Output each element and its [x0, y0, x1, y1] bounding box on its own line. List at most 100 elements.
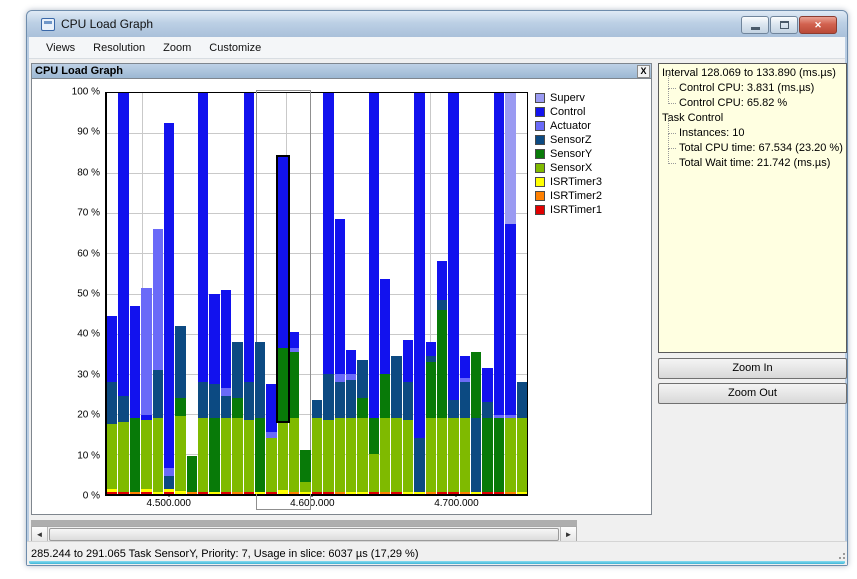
- bar-5[interactable]: [164, 93, 174, 494]
- bar-34[interactable]: [494, 93, 504, 494]
- bar-18[interactable]: [312, 93, 322, 494]
- bar-27[interactable]: [414, 93, 424, 494]
- menu-bar: ViewsResolutionZoomCustomize: [29, 37, 845, 59]
- segment-Control: [130, 306, 140, 418]
- segment-ISRTimer3: [175, 491, 185, 494]
- segment-SensorY: [130, 418, 140, 492]
- segment-SensorX: [300, 482, 310, 492]
- legend-swatch-icon: [535, 163, 545, 173]
- scroll-left-arrow[interactable]: ◄: [32, 527, 48, 542]
- segment-ISRTimer3: [153, 492, 163, 494]
- bar-6[interactable]: [175, 93, 185, 494]
- segment-Actuator: [346, 374, 356, 380]
- segment-SensorZ: [118, 396, 128, 422]
- bar-11[interactable]: [232, 93, 242, 494]
- segment-SensorZ: [335, 382, 345, 418]
- bar-22[interactable]: [357, 93, 367, 494]
- bar-30[interactable]: [448, 93, 458, 494]
- bar-20[interactable]: [335, 93, 345, 494]
- segment-Control: [494, 93, 504, 415]
- panel-close-button[interactable]: X: [637, 65, 650, 78]
- legend-swatch-icon: [535, 149, 545, 159]
- bar-16[interactable]: [289, 93, 299, 494]
- bar-21[interactable]: [346, 93, 356, 494]
- segment-Actuator: [221, 388, 231, 396]
- bar-32[interactable]: [471, 93, 481, 494]
- segment-ISRTimer1: [107, 492, 117, 494]
- bar-0[interactable]: [107, 93, 117, 494]
- bar-17[interactable]: [300, 93, 310, 494]
- close-button[interactable]: ✕: [799, 16, 837, 34]
- bar-33[interactable]: [482, 93, 492, 494]
- minimize-button[interactable]: [741, 16, 769, 34]
- segment-SensorY: [232, 398, 242, 418]
- scroll-thumb[interactable]: [49, 528, 559, 541]
- bar-36[interactable]: [517, 93, 527, 494]
- scroll-right-arrow[interactable]: ►: [560, 527, 576, 542]
- legend: SupervControlActuatorSensorZSensorYSenso…: [535, 91, 602, 217]
- segment-SensorX: [369, 454, 379, 492]
- bar-9[interactable]: [209, 93, 219, 494]
- bar-25[interactable]: [391, 93, 401, 494]
- bar-29[interactable]: [437, 93, 447, 494]
- segment-ISRTimer3: [357, 492, 367, 494]
- zoom-out-button[interactable]: Zoom Out: [658, 383, 847, 404]
- segment-Control: [221, 290, 231, 388]
- segment-ISRTimer1: [244, 492, 254, 494]
- segment-SensorX: [323, 420, 333, 492]
- bar-35[interactable]: [505, 93, 515, 494]
- segment-ISRTimer2: [380, 492, 390, 494]
- bar-1[interactable]: [118, 93, 128, 494]
- maximize-button[interactable]: [770, 16, 798, 34]
- segment-ISRTimer3: [414, 492, 424, 494]
- menu-item-zoom[interactable]: Zoom: [154, 39, 200, 57]
- window-bottom-glow: [29, 561, 845, 564]
- bar-31[interactable]: [460, 93, 470, 494]
- bar-24[interactable]: [380, 93, 390, 494]
- legend-label: Actuator: [550, 120, 591, 132]
- segment-SensorZ: [414, 438, 424, 492]
- segment-SensorZ: [164, 476, 174, 489]
- bar-10[interactable]: [221, 93, 231, 494]
- segment-SensorX: [278, 423, 288, 490]
- bar-23[interactable]: [369, 93, 379, 494]
- menu-item-resolution[interactable]: Resolution: [84, 39, 154, 57]
- segment-SensorX: [335, 418, 345, 492]
- bar-4[interactable]: [153, 93, 163, 494]
- app-icon: [41, 18, 55, 31]
- bar-28[interactable]: [426, 93, 436, 494]
- segment-ISRTimer1: [391, 492, 401, 494]
- bar-8[interactable]: [198, 93, 208, 494]
- bar-3[interactable]: [141, 93, 151, 494]
- selected-bar-outline: [276, 155, 290, 423]
- bar-19[interactable]: [323, 93, 333, 494]
- menu-item-customize[interactable]: Customize: [200, 39, 270, 57]
- menu-item-views[interactable]: Views: [37, 39, 84, 57]
- segment-SensorX: [448, 418, 458, 492]
- segment-SensorX: [517, 418, 527, 492]
- bar-15[interactable]: [278, 93, 288, 494]
- segment-SensorZ: [198, 382, 208, 418]
- segment-Actuator: [153, 229, 163, 369]
- bar-13[interactable]: [255, 93, 265, 494]
- bar-12[interactable]: [244, 93, 254, 494]
- title-bar[interactable]: CPU Load Graph ✕: [27, 11, 847, 37]
- segment-Control: [209, 294, 219, 384]
- bar-7[interactable]: [187, 93, 197, 494]
- legend-swatch-icon: [535, 135, 545, 145]
- segment-SensorY: [187, 456, 197, 492]
- plot-area[interactable]: 4.500.0004.600.0004.700.000: [105, 92, 528, 496]
- legend-label: ISRTimer3: [550, 176, 602, 188]
- legend-item-isrtimer2: ISRTimer2: [535, 189, 602, 203]
- legend-item-actuator: Actuator: [535, 119, 602, 133]
- segment-ISRTimer2: [460, 492, 470, 494]
- info-tree-line: Control CPU: 3.831 (ms.µs): [662, 81, 843, 96]
- segment-Actuator: [460, 378, 470, 382]
- segment-ISRTimer2: [426, 492, 436, 494]
- segment-SensorX: [175, 416, 185, 491]
- legend-label: SensorZ: [550, 134, 592, 146]
- bar-26[interactable]: [403, 93, 413, 494]
- segment-SensorZ: [391, 356, 401, 418]
- bar-2[interactable]: [130, 93, 140, 494]
- zoom-in-button[interactable]: Zoom In: [658, 358, 847, 379]
